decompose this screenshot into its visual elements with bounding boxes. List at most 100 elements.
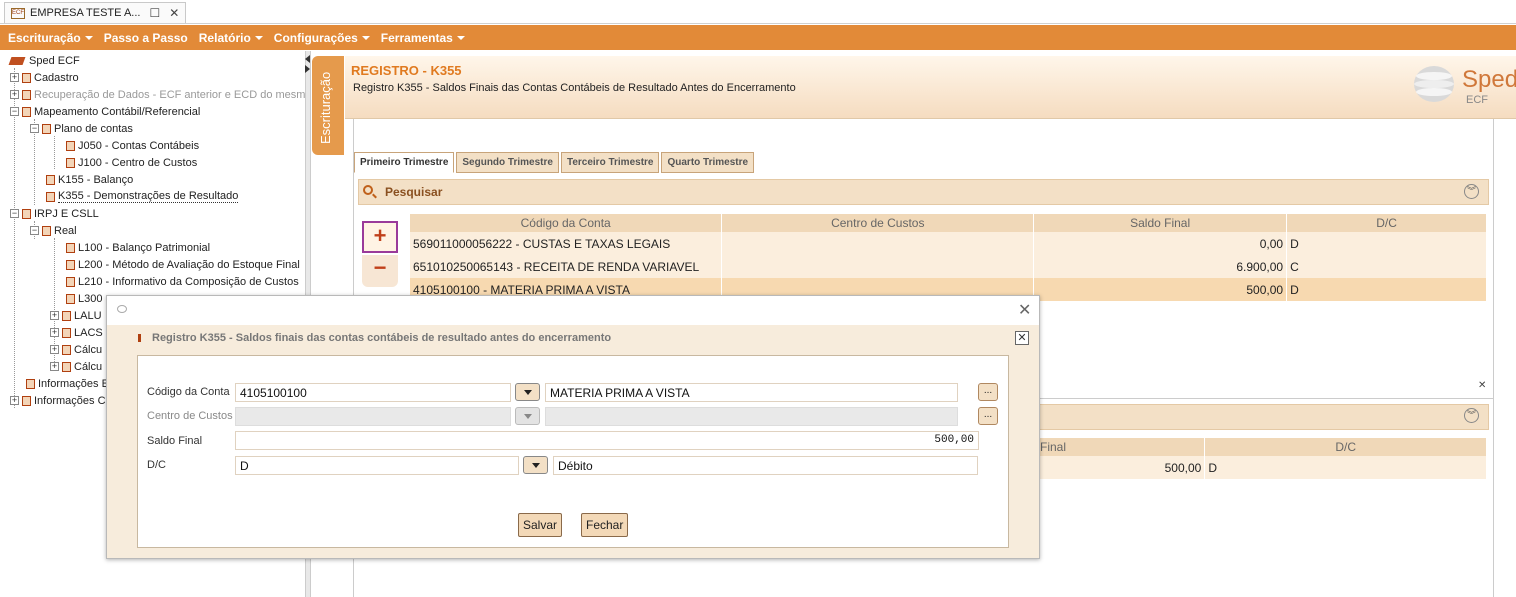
close-icon[interactable]: ✕ [169,6,179,20]
column-header[interactable]: Centro de Custos [721,214,1035,232]
tab-segundo-trimestre[interactable]: Segundo Trimestre [456,152,559,173]
dc-dropdown-button[interactable] [523,456,548,474]
document-icon [22,89,31,100]
add-button[interactable]: + [362,221,398,253]
menu-ferramentas[interactable]: Ferramentas [381,31,465,45]
tab-primeiro-trimestre[interactable]: Primeiro Trimestre [354,152,455,173]
tree-item-k155[interactable]: K155 - Balanço [46,171,133,188]
expand-icon[interactable]: + [50,311,59,320]
document-icon [22,395,31,406]
side-tab-escrituracao[interactable]: Escrituração [312,56,344,155]
collapse-panel-icon[interactable]: ︾ [1464,184,1479,199]
tree-item-calculo-1[interactable]: + Cálcu [50,341,102,358]
tree-label: L100 - Balanço Patrimonial [78,241,211,254]
saldo-input[interactable]: 500,00 [235,431,979,450]
collapse-panel-icon[interactable]: ︾ [1464,408,1479,423]
tree-item-l210[interactable]: L210 - Informativo da Composição de Cust… [66,273,299,290]
column-header[interactable]: Código da Conta [410,214,723,232]
page-subtitle: Registro K355 - Saldos Finais das Contas… [353,82,796,94]
tree-item-l100[interactable]: L100 - Balanço Patrimonial [66,239,210,256]
centro-lookup-button[interactable]: ... [978,407,998,425]
save-button[interactable]: Salvar [518,513,563,537]
menu-label: Relatório [198,30,251,45]
collapse-left-icon[interactable] [305,55,310,63]
centro-input[interactable] [235,407,511,426]
table-row[interactable]: 500,00 D [1040,456,1487,479]
dialog-titlebar[interactable] [107,296,1039,325]
tree-item-lalur[interactable]: + LALU [50,307,102,324]
restore-icon[interactable]: ☐ [149,6,160,20]
tree-item-informacoes-1[interactable]: Informações E [26,375,109,392]
tab-terceiro-trimestre[interactable]: Terceiro Trimestre [560,152,660,173]
codigo-lookup-button[interactable]: ... [978,383,998,401]
column-header[interactable]: D/C [1286,214,1487,232]
column-header[interactable]: Final [1040,438,1206,456]
expand-icon[interactable]: + [10,90,19,99]
collapse-icon[interactable]: − [30,124,39,133]
cell-saldo: 0,00 [1033,232,1288,255]
tree-item-plano-de-contas[interactable]: − Plano de contas [30,120,133,137]
document-icon [62,310,71,321]
menu-escrituracao[interactable]: Escrituração [8,31,93,45]
tree-item-calculo-2[interactable]: + Cálcu [50,358,102,375]
search-label: Pesquisar [385,185,443,199]
expand-icon[interactable]: + [50,328,59,337]
tree-item-mapeamento[interactable]: − Mapeamento Contábil/Referencial [10,103,200,120]
chevron-down-icon [361,35,370,40]
tree-item-l300[interactable]: L300 [66,290,102,307]
centro-dropdown-button[interactable] [515,407,540,425]
tree-item-k355[interactable]: K355 - Demonstrações de Resultado [46,188,239,205]
window-tab[interactable]: ECF EMPRESA TESTE A... ☐ ✕ [4,2,187,23]
tree-item-recuperacao[interactable]: + Recuperação de Dados - ECF anterior e E… [10,86,305,103]
remove-button[interactable]: − [362,255,398,287]
menu-relatorio[interactable]: Relatório [199,31,263,45]
expand-right-icon[interactable] [305,65,310,73]
collapse-icon[interactable]: − [10,107,19,116]
tree-item-irpj-csll[interactable]: − IRPJ E CSLL [10,205,99,222]
document-icon [26,378,35,389]
tree-item-l200[interactable]: L200 - Método de Avaliação do Estoque Fi… [66,256,300,273]
centro-description [545,407,958,426]
search-panel-header[interactable] [358,179,1489,205]
menu-configuracoes[interactable]: Configurações [274,31,370,45]
table-row[interactable]: 569011000056222 - CUSTAS E TAXAS LEGAIS … [410,232,1487,255]
collapse-icon[interactable]: − [10,209,19,218]
tree-item-informacoes-2[interactable]: + Informações C [10,392,106,409]
codigo-input[interactable]: 4105100100 [235,383,511,402]
column-header[interactable]: D/C [1204,438,1487,456]
expand-icon[interactable]: + [50,345,59,354]
tree-item-lacs[interactable]: + LACS [50,324,103,341]
tree-item-j050[interactable]: J050 - Contas Contábeis [66,137,199,154]
panel-close-icon[interactable]: ✕ [1478,380,1486,391]
tree-label: LACS [74,326,103,339]
page-title: REGISTRO - K355 [351,63,462,78]
menu-passo-a-passo[interactable]: Passo a Passo [104,31,188,45]
tree-label: Cadastro [34,71,79,84]
tab-quarto-trimestre[interactable]: Quarto Trimestre [661,152,755,173]
dialog-close-icon[interactable]: ✕ [1018,300,1031,320]
lower-panel-header[interactable] [1030,404,1489,430]
expand-icon[interactable]: + [10,73,19,82]
expand-icon[interactable]: + [10,396,19,405]
tree-root[interactable]: Sped ECF [8,52,80,69]
dc-input[interactable]: D [235,456,519,475]
column-header[interactable]: Saldo Final [1033,214,1288,232]
collapse-icon[interactable]: − [30,226,39,235]
dc-description: Débito [553,456,978,475]
cell-centro [721,232,1035,255]
tree-item-cadastro[interactable]: + Cadastro [10,69,79,86]
tree-label: J050 - Contas Contábeis [78,139,200,152]
cell-dc: C [1286,255,1487,278]
document-icon [42,123,51,134]
close-button[interactable]: Fechar [581,513,629,537]
logo-text: Sped [1462,66,1516,93]
logo-subtext: ECF [1466,94,1488,106]
document-icon [22,106,31,117]
table-row[interactable]: 651010250065143 - RECEITA DE RENDA VARIA… [410,255,1487,278]
tree-item-j100[interactable]: J100 - Centro de Custos [66,154,197,171]
expand-icon[interactable]: + [50,362,59,371]
dialog-inner-close-button[interactable]: ✕ [1015,331,1029,345]
tree-item-real[interactable]: − Real [30,222,77,239]
lower-records-table: Final D/C 500,00 D [1040,438,1487,479]
codigo-dropdown-button[interactable] [515,383,540,401]
